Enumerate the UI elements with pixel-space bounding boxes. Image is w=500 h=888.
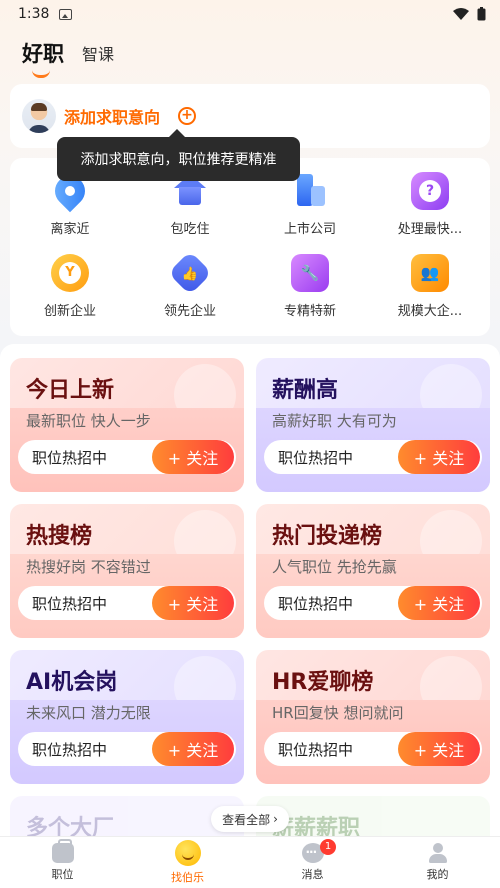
rank-title: 薪酬高 xyxy=(272,378,339,403)
follow-button[interactable]: + 关注 xyxy=(152,586,234,620)
view-all-label: 查看全部 xyxy=(222,812,271,827)
status-time: 1:38 xyxy=(18,6,50,22)
category-label: 包吃住 xyxy=(170,222,210,237)
follow-button[interactable]: + 关注 xyxy=(398,586,480,620)
peek-card: 多个大厂 xyxy=(10,796,244,836)
rank-card-hot-search[interactable]: 热搜榜 热搜好岗 不容错过 职位热招中 + 关注 xyxy=(10,504,244,638)
wifi-icon xyxy=(453,8,469,20)
category-item-specialized[interactable]: 🔧 专精特新 xyxy=(250,254,370,324)
category-item-leading[interactable]: 👍 领先企业 xyxy=(130,250,250,324)
chevron-right-icon: › xyxy=(273,812,278,826)
category-item-near-home[interactable]: 离家近 xyxy=(10,169,130,242)
coin-y-glyph: Y xyxy=(59,262,81,284)
rank-subtitle: HR回复快 想问就问 xyxy=(272,704,404,722)
rank-card-high-salary[interactable]: 薪酬高 高薪好职 大有可为 职位热招中 + 关注 xyxy=(256,358,490,492)
rank-title: 今日上新 xyxy=(26,378,115,403)
hiring-pill[interactable]: 职位热招中 + 关注 xyxy=(18,732,236,766)
category-label: 上市公司 xyxy=(283,222,336,237)
category-item-innovative[interactable]: Y 创新企业 xyxy=(10,254,130,324)
hiring-text: 职位热招中 xyxy=(32,740,108,759)
nav-label: 找伯乐 xyxy=(171,871,204,884)
gallery-icon xyxy=(59,8,73,20)
nav-jobs[interactable]: 职位 xyxy=(0,837,125,888)
category-label: 创新企业 xyxy=(43,304,96,319)
nav-label: 我的 xyxy=(426,868,449,881)
rank-subtitle: 热搜好岗 不容错过 xyxy=(26,558,151,576)
rank-subtitle: 高薪好职 大有可为 xyxy=(272,412,397,430)
category-label: 处理最快... xyxy=(397,222,463,237)
hiring-pill[interactable]: 职位热招中 + 关注 xyxy=(18,440,236,474)
coin-y-icon: Y xyxy=(51,254,89,292)
hiring-pill[interactable]: 职位热招中 + 关注 xyxy=(264,732,482,766)
wrench-glyph: 🔧 xyxy=(300,264,320,282)
question-icon: ? xyxy=(411,172,449,210)
status-bar: 1:38 xyxy=(0,0,500,28)
follow-button[interactable]: + 关注 xyxy=(152,440,234,474)
nav-messages[interactable]: 1 消息 xyxy=(250,837,375,888)
category-label: 领先企业 xyxy=(163,304,216,319)
category-label: 专精特新 xyxy=(283,304,336,319)
nav-mine[interactable]: 我的 xyxy=(375,837,500,888)
hiring-text: 职位热招中 xyxy=(278,740,354,759)
hiring-pill[interactable]: 职位热招中 + 关注 xyxy=(18,586,236,620)
intent-tooltip: 添加求职意向，职位推荐更精准 xyxy=(57,129,300,181)
category-item-room-board[interactable]: 包吃住 xyxy=(130,172,250,242)
nav-label: 消息 xyxy=(301,868,324,881)
rank-card-today-new[interactable]: 今日上新 最新职位 快人一步 职位热招中 + 关注 xyxy=(10,358,244,492)
wrench-icon: 🔧 xyxy=(291,254,329,292)
nav-label: 职位 xyxy=(51,868,74,881)
tab-zhike[interactable]: 智课 xyxy=(82,41,114,68)
hiring-text: 职位热招中 xyxy=(32,594,108,613)
rank-title: AI机会岗 xyxy=(26,670,118,695)
hiring-pill[interactable]: 职位热招中 + 关注 xyxy=(264,440,482,474)
category-item-listed-company[interactable]: 上市公司 xyxy=(250,172,370,242)
avatar xyxy=(22,99,56,133)
thumbs-up-icon: 👍 xyxy=(167,250,213,296)
rank-card-ai-jobs[interactable]: AI机会岗 未来风口 潜力无限 职位热招中 + 关注 xyxy=(10,650,244,784)
tab-haozhi[interactable]: 好职 xyxy=(22,38,64,78)
category-label: 离家近 xyxy=(50,222,90,237)
category-item-large-scale[interactable]: 👥 规模大企... xyxy=(370,254,490,324)
rank-subtitle: 最新职位 快人一步 xyxy=(26,412,151,430)
rank-title: HR爱聊榜 xyxy=(272,670,374,695)
rank-subtitle: 人气职位 先抢先赢 xyxy=(272,558,397,576)
rank-card-hr-chat[interactable]: HR爱聊榜 HR回复快 想问就问 职位热招中 + 关注 xyxy=(256,650,490,784)
rank-card-hot-apply[interactable]: 热门投递榜 人气职位 先抢先赢 职位热招中 + 关注 xyxy=(256,504,490,638)
people-glyph: 👥 xyxy=(420,264,440,282)
nav-find-mentor[interactable]: 找伯乐 xyxy=(125,837,250,888)
rank-subtitle: 未来风口 潜力无限 xyxy=(26,704,151,722)
add-circle-icon[interactable]: + xyxy=(178,107,197,125)
hiring-pill[interactable]: 职位热招中 + 关注 xyxy=(264,586,482,620)
tab-haozhi-label: 好职 xyxy=(22,42,64,66)
battery-icon xyxy=(477,7,486,21)
ranking-panel: 今日上新 最新职位 快人一步 职位热招中 + 关注 薪酬高 高薪好职 大有可为 … xyxy=(0,344,500,836)
follow-button[interactable]: + 关注 xyxy=(398,440,480,474)
smiley-icon xyxy=(174,840,201,866)
peek-card: 薪薪薪职 xyxy=(256,796,490,836)
view-all-button[interactable]: 查看全部 › xyxy=(211,806,289,832)
category-item-fastest-reply[interactable]: ? 处理最快... xyxy=(370,172,490,242)
hiring-text: 职位热招中 xyxy=(32,448,108,467)
category-label: 规模大企... xyxy=(397,304,463,319)
bottom-nav: 职位 找伯乐 1 消息 我的 xyxy=(0,836,500,888)
thumbs-up-glyph: 👍 xyxy=(181,265,199,281)
briefcase-icon xyxy=(51,839,74,863)
follow-button[interactable]: + 关注 xyxy=(398,732,480,766)
hiring-text: 职位热招中 xyxy=(278,448,354,467)
user-icon xyxy=(427,843,449,863)
category-card: 离家近 包吃住 上市公司 ? 处理最快... Y 创新企业 👍 领先企业 🔧 专… xyxy=(10,158,490,336)
hiring-text: 职位热招中 xyxy=(278,594,354,613)
top-tabs: 好职 智课 xyxy=(0,28,500,78)
add-intent-label[interactable]: 添加求职意向 xyxy=(64,104,160,128)
people-icon: 👥 xyxy=(411,254,449,292)
unread-badge: 1 xyxy=(320,839,336,855)
follow-button[interactable]: + 关注 xyxy=(152,732,234,766)
rank-title: 热门投递榜 xyxy=(272,524,383,549)
rank-title: 热搜榜 xyxy=(26,524,93,549)
